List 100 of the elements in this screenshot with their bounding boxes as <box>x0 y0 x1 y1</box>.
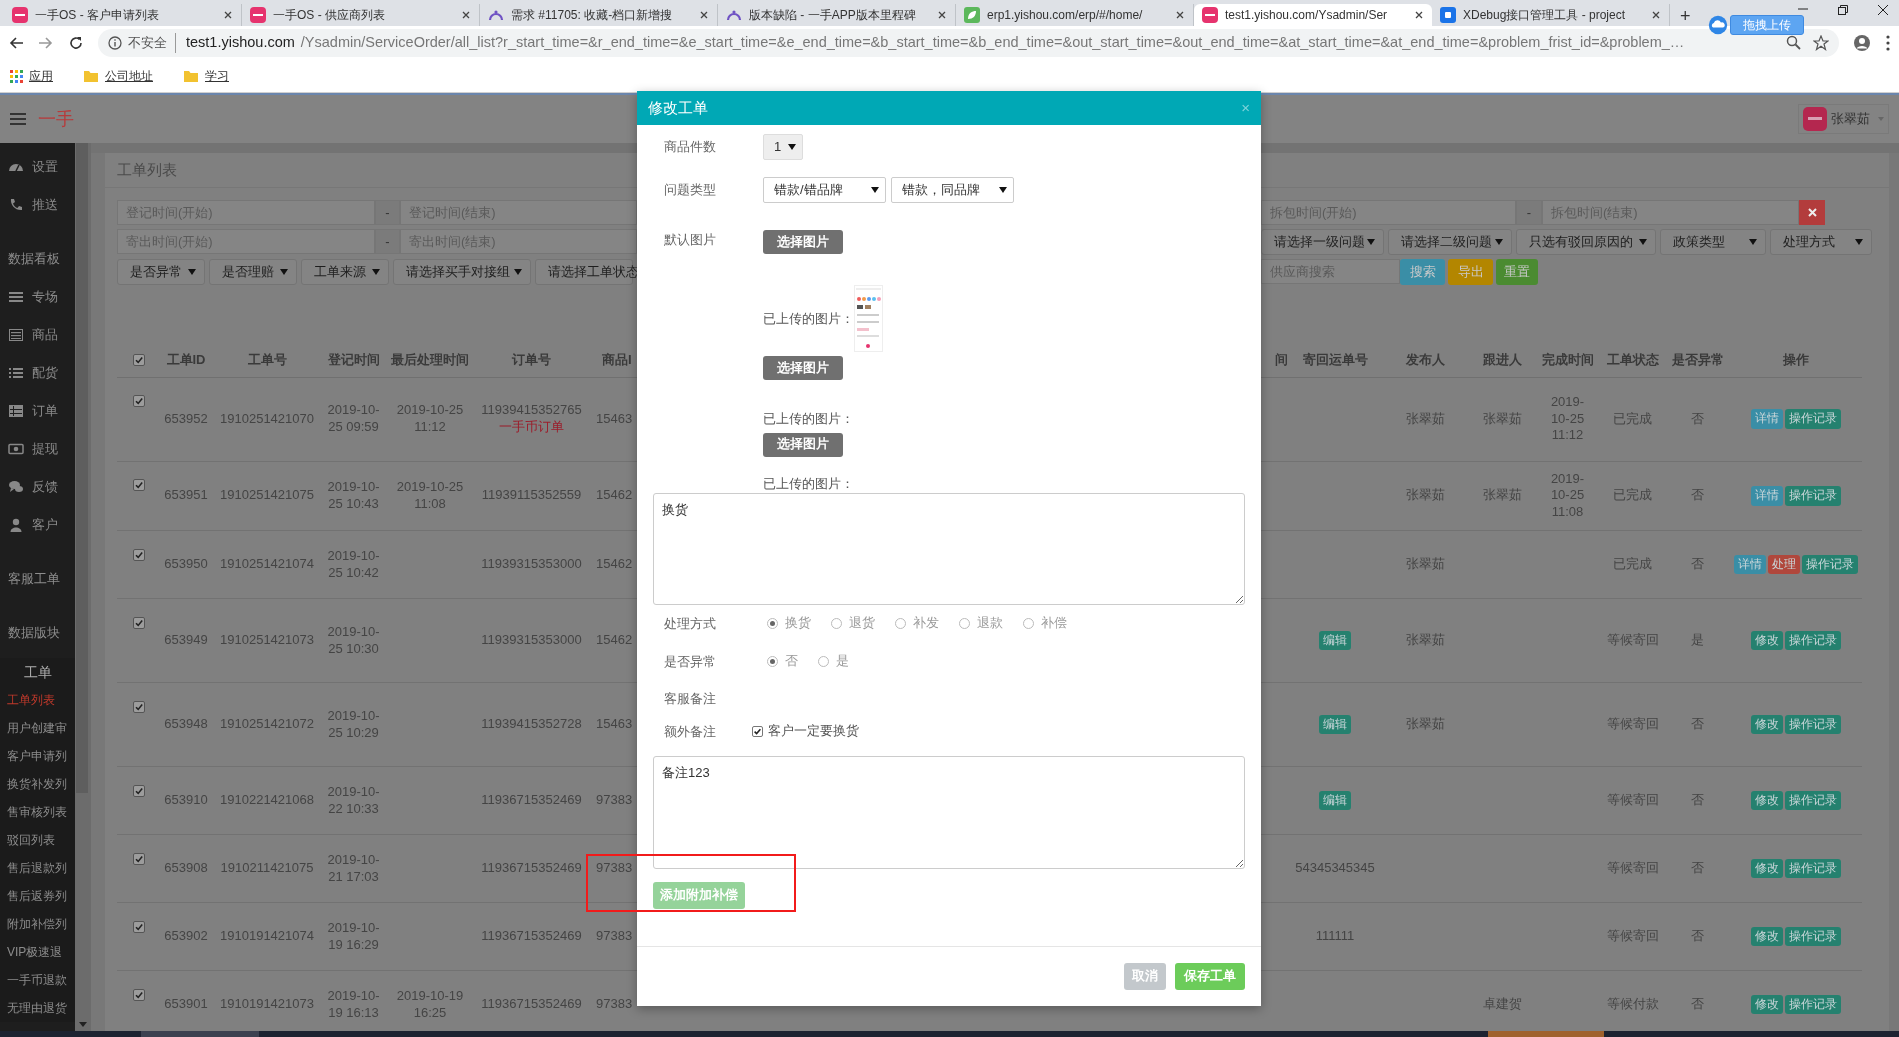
radio-button[interactable] <box>1023 618 1034 630</box>
radio-button[interactable] <box>959 618 970 630</box>
sidebar-group-title[interactable]: 工单 <box>0 658 75 686</box>
sidebar-subitem[interactable]: 一手币退款 <box>0 966 75 994</box>
sidebar-item[interactable]: 反馈 <box>0 468 75 506</box>
checkbox[interactable] <box>752 725 763 737</box>
checkbox[interactable] <box>132 548 145 561</box>
filter-button[interactable]: 重置 <box>1496 259 1538 285</box>
sidebar-subitem[interactable]: 换货补发列 <box>0 770 75 798</box>
sidebar-subitem[interactable]: 客户申请列 <box>0 742 75 770</box>
clear-button[interactable] <box>1799 200 1825 225</box>
dropdown[interactable]: 请选择一级问题 <box>1261 229 1384 255</box>
action-button[interactable]: 操作记录 <box>1802 554 1858 575</box>
sidebar-subitem[interactable]: 无理由退货 <box>0 994 75 1022</box>
sidebar-item[interactable]: 专场 <box>0 278 75 316</box>
menu-icon[interactable] <box>1885 34 1891 52</box>
close-icon[interactable] <box>461 10 471 20</box>
account-icon[interactable] <box>1853 34 1871 52</box>
sidebar-subitem[interactable]: 售后退款列 <box>0 854 75 882</box>
sidebar-subitem[interactable]: 工单列表 <box>0 686 75 714</box>
dropdown[interactable]: 工单来源 <box>301 259 389 285</box>
radio-button[interactable] <box>818 655 829 667</box>
dropdown[interactable]: 处理方式 <box>1770 229 1872 255</box>
checkbox[interactable] <box>132 988 145 1001</box>
reload-icon[interactable] <box>68 35 84 51</box>
checkbox[interactable] <box>132 479 145 492</box>
action-button[interactable]: 修改 <box>1751 858 1783 879</box>
scrollbar[interactable] <box>75 143 91 1031</box>
checkbox[interactable] <box>132 616 145 629</box>
action-button[interactable]: 详情 <box>1734 554 1766 575</box>
close-icon[interactable] <box>223 10 233 20</box>
bookmark[interactable]: 公司地址 <box>83 67 153 85</box>
sidebar-subitem[interactable]: 用户创建审 <box>0 714 75 742</box>
upload-button[interactable]: 拖拽上传 <box>1730 15 1804 35</box>
dropdown[interactable]: 错款/错品牌 <box>763 177 886 203</box>
search-icon[interactable] <box>1786 35 1801 50</box>
dropdown[interactable]: 1 <box>763 134 803 160</box>
sidebar-subitem[interactable]: VIP极速退 <box>0 938 75 966</box>
dropdown[interactable]: 是否理赔 <box>209 259 297 285</box>
choose-image-button[interactable]: 选择图片 <box>763 356 843 380</box>
close-icon[interactable] <box>1651 10 1661 20</box>
close-icon[interactable] <box>1175 10 1185 20</box>
checkbox[interactable] <box>132 784 145 797</box>
checkbox[interactable] <box>132 920 145 933</box>
sidebar-item[interactable]: 推送 <box>0 186 75 224</box>
close-icon[interactable] <box>699 10 709 20</box>
back-icon[interactable] <box>8 35 24 51</box>
new-tab-button[interactable]: + <box>1670 6 1701 26</box>
sidebar-section[interactable]: 数据版块 <box>0 614 75 652</box>
sidebar-item[interactable]: 提现 <box>0 430 75 468</box>
sidebar-item[interactable]: 配货 <box>0 354 75 392</box>
checkbox[interactable] <box>132 354 145 367</box>
dropdown[interactable]: 请选择买手对接组 <box>393 259 531 285</box>
sidebar-subitem[interactable]: 售后返券列 <box>0 882 75 910</box>
action-button[interactable]: 修改 <box>1751 630 1783 651</box>
browser-tab[interactable]: test1.yishou.com/Ysadmin/Ser <box>1194 4 1432 26</box>
user-menu[interactable]: 张翠茹 <box>1798 104 1889 134</box>
info-icon[interactable] <box>108 36 122 50</box>
checkbox[interactable] <box>132 700 145 713</box>
close-icon[interactable] <box>937 10 947 20</box>
sidebar-item[interactable]: 订单 <box>0 392 75 430</box>
close-icon[interactable] <box>1414 10 1424 20</box>
sidebar-section[interactable]: 客服工单 <box>0 560 75 598</box>
action-button[interactable]: 修改 <box>1751 926 1783 947</box>
edit-button[interactable]: 编辑 <box>1319 630 1351 651</box>
sidebar-section[interactable]: 数据看板 <box>0 240 75 278</box>
restore-icon[interactable] <box>1837 4 1849 16</box>
action-button[interactable]: 操作记录 <box>1785 858 1841 879</box>
action-button[interactable]: 操作记录 <box>1785 409 1841 429</box>
dropdown[interactable]: 错款，同品牌 <box>891 177 1014 203</box>
star-icon[interactable] <box>1813 35 1829 51</box>
action-button[interactable]: 操作记录 <box>1785 714 1841 735</box>
sidebar-subitem[interactable]: 售审核列表 <box>0 798 75 826</box>
action-button[interactable]: 处理 <box>1768 554 1800 575</box>
action-button[interactable]: 修改 <box>1751 790 1783 811</box>
radio-button[interactable] <box>767 655 778 667</box>
edit-button[interactable]: 编辑 <box>1319 790 1351 811</box>
sidebar-item[interactable]: 客户 <box>0 506 75 544</box>
action-button[interactable]: 操作记录 <box>1785 630 1841 651</box>
checkbox[interactable] <box>132 395 145 408</box>
sidebar-item[interactable]: 设置 <box>0 148 75 186</box>
choose-image-button[interactable]: 选择图片 <box>763 432 843 457</box>
action-button[interactable]: 操作记录 <box>1785 790 1841 811</box>
radio-button[interactable] <box>767 618 778 630</box>
dropdown[interactable]: 只选有驳回原因的 <box>1516 229 1656 255</box>
text-area[interactable]: 备注123 <box>653 756 1245 869</box>
sidebar-subitem[interactable]: 附加补偿列 <box>0 910 75 938</box>
bookmark[interactable]: 学习 <box>183 67 229 85</box>
close-icon[interactable] <box>1877 4 1889 16</box>
action-button[interactable]: 详情 <box>1751 409 1783 429</box>
dropdown[interactable]: 是否异常 <box>117 259 205 285</box>
action-button[interactable]: 操作记录 <box>1785 926 1841 947</box>
action-button[interactable]: 详情 <box>1751 486 1783 506</box>
forward-icon[interactable] <box>38 35 54 51</box>
action-button[interactable]: 操作记录 <box>1785 994 1841 1015</box>
dropdown[interactable]: 请选择二级问题 <box>1388 229 1512 255</box>
action-button[interactable]: 修改 <box>1751 714 1783 735</box>
radio-button[interactable] <box>895 618 906 630</box>
scroll-down-icon[interactable] <box>79 1022 87 1027</box>
sidebar-subitem[interactable]: 驳回列表 <box>0 826 75 854</box>
